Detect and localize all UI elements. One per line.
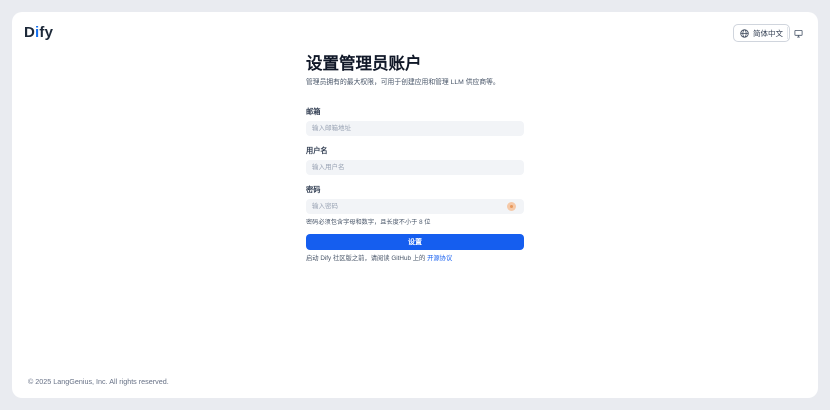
language-label: 简体中文 <box>753 28 783 38</box>
password-label: 密码 <box>306 185 321 194</box>
password-field[interactable] <box>306 199 524 214</box>
eye-icon[interactable] <box>507 202 516 211</box>
email-field[interactable] <box>306 121 524 136</box>
password-hint: 密码必须包含字母和数字，且长度不小于 8 位 <box>306 219 431 226</box>
username-field[interactable] <box>306 160 524 175</box>
monitor-icon <box>793 29 803 38</box>
license-prefix: 启动 Dify 社区版之前，请阅读 GitHub 上的 <box>306 255 426 262</box>
page-title: 设置管理员账户 <box>306 55 422 73</box>
language-selector[interactable]: 简体中文 <box>733 24 790 42</box>
page-subtitle: 管理员拥有的最大权限，可用于创建应用和管理 LLM 供应商等。 <box>306 79 500 86</box>
main-card: Dify 简体中文 设置管理员账户 管理员拥有的最大权限，可用于创建应用和管理 … <box>12 12 818 398</box>
globe-icon <box>740 28 749 38</box>
admin-setup-form: 设置管理员账户 管理员拥有的最大权限，可用于创建应用和管理 LLM 供应商等。 … <box>306 54 524 262</box>
logo-prefix: D <box>24 24 36 41</box>
email-label: 邮箱 <box>306 107 321 116</box>
license-notice: 启动 Dify 社区版之前，请阅读 GitHub 上的 开源协议 <box>306 253 452 262</box>
header-divider <box>787 27 788 39</box>
license-link[interactable]: 开源协议 <box>427 255 452 262</box>
dify-logo: Dify <box>24 24 53 41</box>
setup-button[interactable]: 设置 <box>306 234 524 250</box>
theme-toggle[interactable] <box>792 27 804 39</box>
username-label: 用户名 <box>306 146 328 155</box>
logo-suffix: fy <box>39 24 54 41</box>
copyright-footer: © 2025 LangGenius, Inc. All rights reser… <box>28 377 169 386</box>
